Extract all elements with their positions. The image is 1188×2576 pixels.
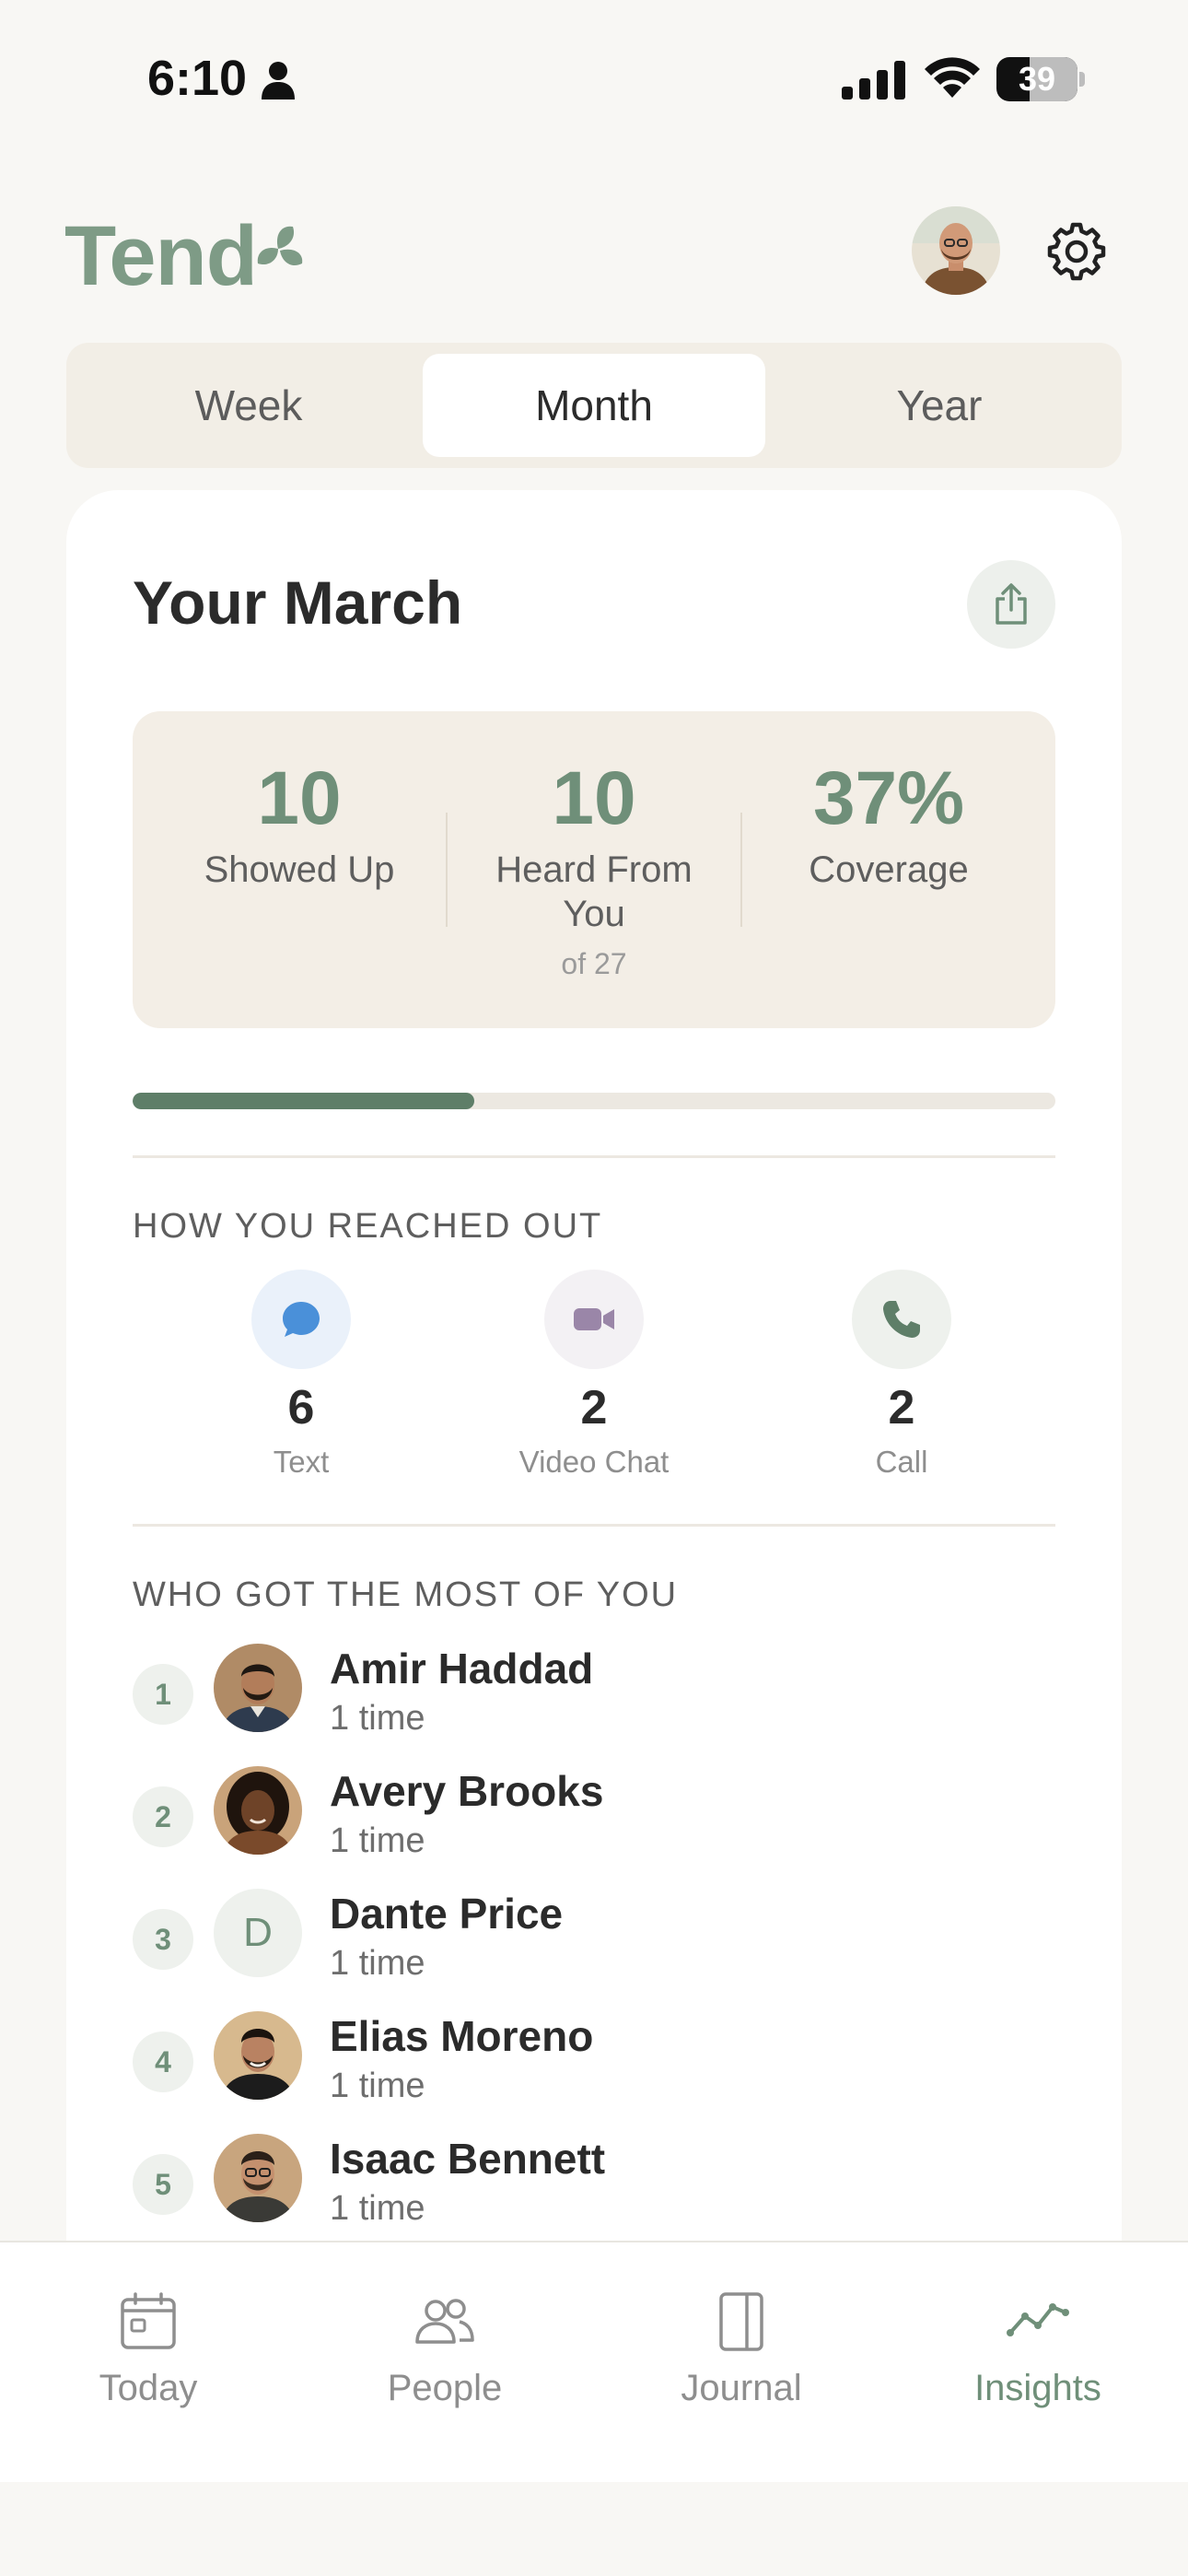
segment-week[interactable]: Week bbox=[77, 354, 420, 457]
tab-label: Today bbox=[99, 2368, 198, 2408]
divider bbox=[133, 1524, 1055, 1527]
leaf-plus-logo-icon bbox=[257, 226, 303, 266]
share-icon bbox=[996, 583, 1027, 625]
method-label: Call bbox=[875, 1445, 928, 1479]
person-count: 1 time bbox=[330, 1699, 425, 1738]
app-header: Tend bbox=[0, 184, 1188, 322]
profile-photo bbox=[912, 206, 1000, 295]
person-row[interactable]: 1 Amir Haddad 1 time bbox=[133, 1644, 1055, 1754]
rank-badge: 2 bbox=[133, 1786, 193, 1847]
battery-level: 39 bbox=[1018, 60, 1056, 98]
person-row[interactable]: 2 Avery Brooks 1 time bbox=[133, 1766, 1055, 1877]
method-count: 2 bbox=[580, 1381, 608, 1434]
segment-year[interactable]: Year bbox=[768, 354, 1111, 457]
person-name: Isaac Bennett bbox=[330, 2135, 606, 2183]
avatar bbox=[214, 1766, 302, 1855]
avatar-initial: D bbox=[214, 1889, 302, 1977]
settings-gear-icon[interactable] bbox=[1046, 221, 1107, 282]
method-count: 6 bbox=[287, 1381, 315, 1434]
stat-value: 37% bbox=[812, 756, 965, 840]
person-row[interactable]: 3 D Dante Price 1 time bbox=[133, 1889, 1055, 1999]
method-icon-circle bbox=[544, 1270, 644, 1369]
rank-badge: 3 bbox=[133, 1909, 193, 1970]
person-count: 1 time bbox=[330, 2189, 425, 2228]
avatar bbox=[214, 2011, 302, 2100]
tab-label: People bbox=[387, 2368, 503, 2408]
stat-value: 10 bbox=[257, 756, 342, 840]
card-title: Your March bbox=[133, 568, 463, 637]
person-name: Amir Haddad bbox=[330, 1645, 594, 1692]
stat-label: Showed Up bbox=[204, 849, 395, 890]
avatar bbox=[214, 2134, 302, 2222]
share-button[interactable] bbox=[967, 560, 1055, 649]
person-count: 1 time bbox=[330, 1821, 425, 1860]
wifi-icon bbox=[925, 57, 980, 98]
person-name: Dante Price bbox=[330, 1890, 564, 1938]
person-count: 1 time bbox=[330, 2067, 425, 2105]
message-bubble-icon bbox=[283, 1302, 320, 1337]
divider bbox=[133, 1155, 1055, 1158]
journal-icon bbox=[719, 2292, 763, 2351]
status-bar: 6:10 39 bbox=[0, 0, 1188, 161]
person-name: Avery Brooks bbox=[330, 1767, 604, 1815]
stats-panel: 10 Showed Up 10 Heard From You of 27 37%… bbox=[133, 711, 1055, 1028]
trend-line-icon bbox=[1007, 2303, 1069, 2336]
stat-label: Coverage bbox=[809, 849, 969, 890]
person-status-icon bbox=[262, 62, 295, 100]
profile-avatar[interactable] bbox=[912, 206, 1000, 295]
segment-month[interactable]: Month bbox=[423, 354, 765, 457]
method-count: 2 bbox=[888, 1381, 915, 1434]
stat-value: 10 bbox=[552, 756, 636, 840]
video-camera-icon bbox=[574, 1308, 614, 1330]
people-section-title: WHO GOT THE MOST OF YOU bbox=[133, 1575, 679, 1614]
stat-sub: of 27 bbox=[561, 947, 627, 980]
method-icon-circle bbox=[852, 1270, 951, 1369]
tab-label: Insights bbox=[974, 2368, 1101, 2408]
stat-label: Heard From You bbox=[495, 849, 693, 934]
period-segmented-control: Week Month Year bbox=[66, 343, 1122, 468]
coverage-progress-fill bbox=[133, 1093, 474, 1109]
reach-section-title: HOW YOU REACHED OUT bbox=[133, 1207, 603, 1246]
calendar-icon bbox=[121, 2292, 176, 2349]
status-time: 6:10 bbox=[147, 51, 248, 106]
battery-icon: 39 bbox=[996, 57, 1085, 101]
people-icon bbox=[415, 2299, 474, 2344]
rank-badge: 5 bbox=[133, 2154, 193, 2215]
tab-label: Journal bbox=[681, 2368, 802, 2408]
person-row[interactable]: 5 Isaac Bennett 1 time bbox=[133, 2134, 1055, 2244]
avatar bbox=[214, 1644, 302, 1732]
person-row[interactable]: 4 Elias Moreno 1 time bbox=[133, 2011, 1055, 2122]
method-label: Video Chat bbox=[518, 1445, 670, 1479]
person-count: 1 time bbox=[330, 1944, 425, 1983]
person-name: Elias Moreno bbox=[330, 2012, 594, 2060]
tab-bar: Today People Journal Insights bbox=[0, 2241, 1188, 2482]
method-label: Text bbox=[273, 1445, 330, 1479]
method-icon-circle bbox=[251, 1270, 351, 1369]
insights-card: Your March 10 Showed Up 10 Heard From Yo… bbox=[66, 490, 1122, 2333]
app-logo: Tend bbox=[64, 209, 258, 303]
rank-badge: 1 bbox=[133, 1664, 193, 1725]
coverage-progress-bar bbox=[133, 1093, 1055, 1109]
phone-icon bbox=[883, 1301, 920, 1338]
cellular-signal-icon bbox=[842, 61, 905, 100]
rank-badge: 4 bbox=[133, 2032, 193, 2092]
